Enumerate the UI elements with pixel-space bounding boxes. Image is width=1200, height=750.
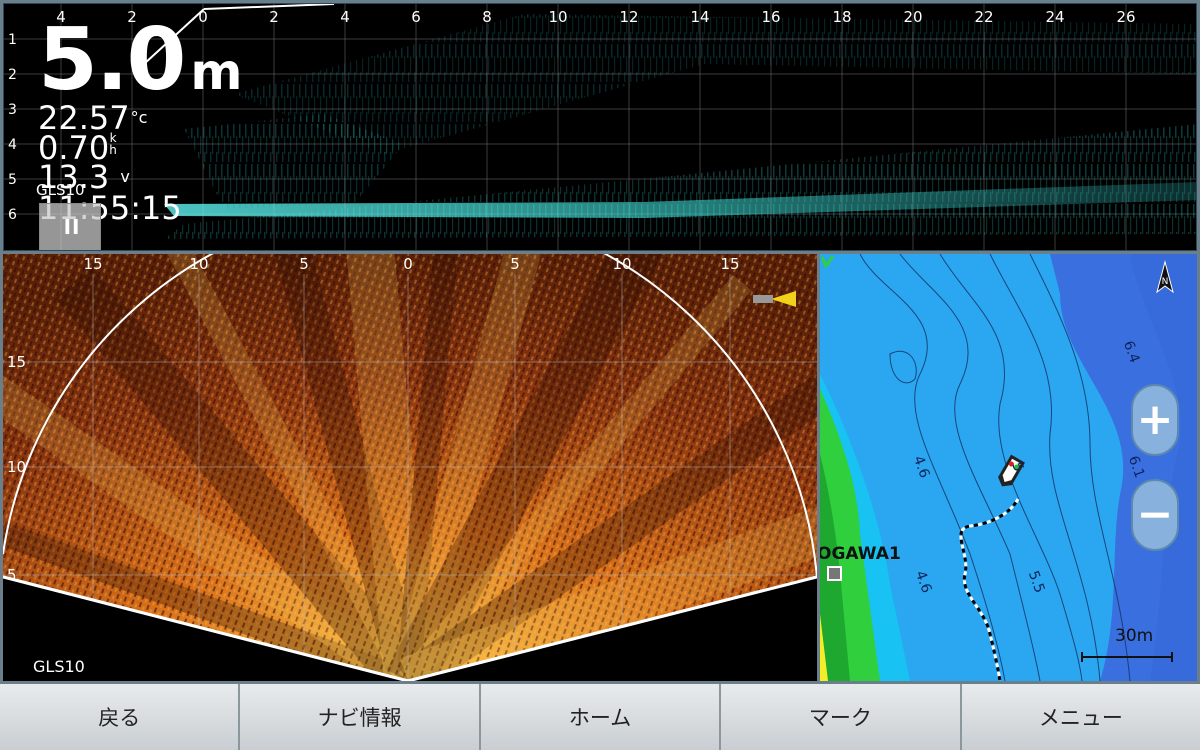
echogram-x-tick: 20 — [903, 8, 923, 26]
bottom-nav-bar: 戻る ナビ情報 ホーム マーク メニュー — [0, 684, 1200, 750]
echogram-x-tick: 10 — [548, 8, 568, 26]
navi-info-button[interactable]: ナビ情報 — [240, 684, 481, 750]
sonar-x-tick: 10 — [612, 255, 632, 273]
sonar-device-label: GLS10 — [33, 657, 85, 676]
depth-value: 5.0 — [38, 10, 186, 110]
pause-button[interactable]: I I — [39, 203, 101, 250]
speed-unit-bottom: h — [109, 143, 117, 157]
echogram-x-tick: 6 — [411, 8, 421, 26]
echogram-device-label: GLS10 — [36, 181, 85, 199]
pause-icon: I I — [63, 215, 80, 239]
echogram-x-tick: 14 — [690, 8, 710, 26]
sonar-y-tick: 15 — [7, 353, 27, 371]
svg-text:N: N — [1162, 277, 1169, 287]
echogram-x-tick: 8 — [482, 8, 492, 26]
voltage-unit: v — [120, 167, 130, 186]
sonar-fan-display — [3, 254, 817, 681]
echogram-y-tick: 2 — [8, 67, 17, 83]
waypoint-marker-icon[interactable] — [827, 566, 842, 581]
echogram-x-tick: 2 — [269, 8, 279, 26]
echogram-x-tick: 22 — [974, 8, 994, 26]
sonar-x-tick: 5 — [299, 255, 309, 273]
echogram-y-tick: 5 — [8, 172, 17, 188]
echogram-y-tick: 3 — [8, 102, 17, 118]
echogram-x-tick: 26 — [1116, 8, 1136, 26]
chart-map-panel[interactable]: N 6.4 6.1 4.6 4.6 5.5 5 + − OGAWA1 30m — [820, 254, 1197, 681]
sonar-y-tick: 10 — [7, 458, 27, 476]
sonar-x-tick: 15 — [720, 255, 740, 273]
echogram-x-tick: 18 — [832, 8, 852, 26]
menu-button[interactable]: メニュー — [961, 684, 1200, 750]
sonar-y-tick: 5 — [7, 566, 17, 584]
echogram-x-tick: 12 — [619, 8, 639, 26]
sonar-x-tick: 15 — [83, 255, 103, 273]
echogram-x-tick: 16 — [761, 8, 781, 26]
home-button[interactable]: ホーム — [480, 684, 722, 750]
echogram-y-tick: 1 — [8, 32, 17, 48]
waypoint-label: OGAWA1 — [820, 544, 901, 564]
echogram-x-tick: 4 — [340, 8, 350, 26]
sonar-x-tick: 0 — [403, 255, 413, 273]
zoom-out-button[interactable]: − — [1131, 479, 1179, 551]
zoom-in-button[interactable]: + — [1131, 384, 1179, 456]
echogram-y-tick: 4 — [8, 137, 17, 153]
echogram-x-tick: 24 — [1045, 8, 1065, 26]
sonar-x-tick: 10 — [189, 255, 209, 273]
scale-label: 30m — [1115, 626, 1154, 646]
echogram-panel: 4 2 0 2 4 6 8 10 12 14 16 18 20 22 24 26 123456 5.0 m 22… — [3, 3, 1197, 251]
echogram-y-tick: 6 — [8, 207, 17, 223]
sonar-fan-panel: 15 10 5 0 5 10 15 15 10 5 GLS10 — [3, 254, 817, 681]
water-temp-unit: °c — [130, 108, 148, 127]
sonar-x-tick: 5 — [510, 255, 520, 273]
depth-unit: m — [190, 43, 243, 101]
mark-button[interactable]: マーク — [721, 684, 962, 750]
back-button[interactable]: 戻る — [0, 684, 241, 750]
